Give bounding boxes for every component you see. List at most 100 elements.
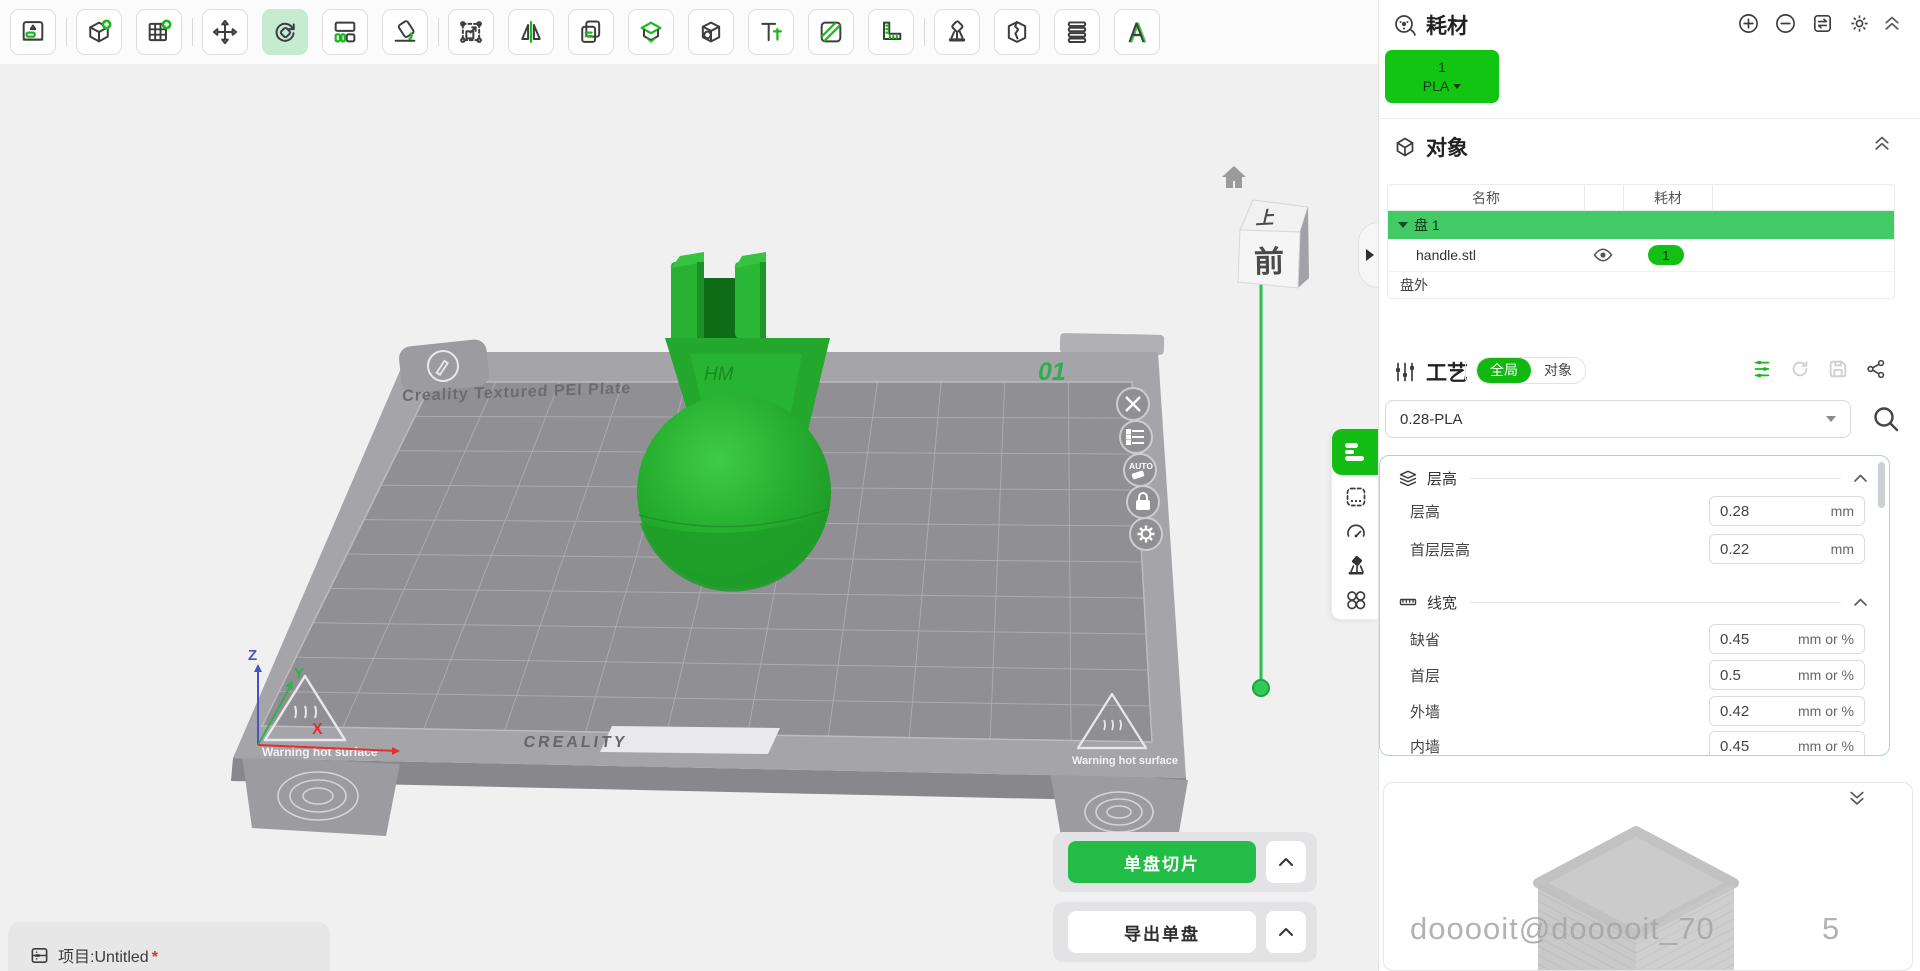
plate-settings-button[interactable]: [1129, 517, 1163, 551]
reset-parameters-button[interactable]: [1789, 358, 1811, 380]
plate-row-label: 盘 1: [1414, 217, 1440, 233]
sync-filament-button[interactable]: [1811, 12, 1834, 35]
project-row: 项目:Untitled *: [30, 944, 158, 966]
setting-tab-support[interactable]: [1332, 549, 1379, 583]
chevron-down-icon: [1826, 416, 1836, 422]
section-divider: [1379, 118, 1920, 119]
collapse-objects-icon[interactable]: [1875, 136, 1889, 152]
setting-tab-others[interactable]: [1332, 583, 1379, 617]
slice-plate-button[interactable]: 单盘切片: [1068, 841, 1256, 883]
plate-lock-button[interactable]: [1126, 485, 1160, 519]
param-value: 0.45: [1720, 630, 1750, 648]
watermark-text: dooooit@dooooit_70: [1410, 911, 1715, 946]
slider-bottom-handle[interactable]: [1252, 679, 1270, 697]
watermark-tail: 5: [1822, 911, 1840, 946]
param-row: 首层 0.5 mm or %: [1410, 660, 1865, 690]
export-plate-button[interactable]: 导出单盘: [1068, 911, 1256, 953]
visibility-eye-icon[interactable]: [1593, 248, 1613, 262]
filament-settings-button[interactable]: [1848, 12, 1871, 35]
first-layer-height-input[interactable]: 0.22 mm: [1709, 534, 1865, 564]
filament-slot-material: PLA: [1423, 77, 1462, 96]
panel-collapse-handle[interactable]: [1358, 222, 1378, 288]
line-width-section-header: 线宽: [1398, 590, 1867, 614]
save-preset-button[interactable]: [1827, 358, 1849, 380]
plate-list-button[interactable]: [1119, 420, 1153, 454]
filament-slot-chip[interactable]: 1 PLA: [1385, 50, 1499, 103]
view-cube[interactable]: 上 前: [1232, 194, 1318, 294]
chevron-up-icon: [1279, 858, 1293, 866]
process-scope-toggle: 全局 对象: [1476, 357, 1586, 384]
filament-section-header: 耗材: [1393, 10, 1468, 40]
filament-header-actions: [1737, 12, 1899, 35]
expand-right-icon: [1366, 249, 1374, 261]
param-value: 0.45: [1720, 737, 1750, 755]
column-visibility: [1585, 185, 1624, 210]
expand-preview-icon[interactable]: [1850, 791, 1864, 807]
add-filament-button[interactable]: [1737, 12, 1760, 35]
home-view-button[interactable]: [1220, 164, 1248, 190]
object-name: handle.stl: [1416, 247, 1476, 263]
param-unit: mm or %: [1798, 631, 1854, 647]
layer-height-input[interactable]: 0.28 mm: [1709, 496, 1865, 526]
setting-tab-quality[interactable]: [1332, 429, 1379, 475]
search-parameters-button[interactable]: [1871, 404, 1901, 434]
collapse-filament-icon[interactable]: [1885, 16, 1899, 32]
parameter-filter-button[interactable]: [1751, 358, 1773, 380]
param-label: 首层: [1410, 667, 1441, 685]
param-row: 外墙 0.42 mm or %: [1410, 696, 1865, 726]
filament-spool-icon: [1395, 15, 1416, 36]
scope-global-tab[interactable]: 全局: [1477, 358, 1531, 383]
objects-table-header: 名称 耗材: [1388, 185, 1894, 211]
project-info-box: 项目:Untitled* 打印机:Ender-3 S1 Pro-0.4: [8, 922, 330, 971]
plate-tab-icon: [1346, 487, 1365, 507]
y-axis-label: Y: [294, 665, 304, 682]
object-filament-badge[interactable]: 1: [1648, 245, 1684, 265]
others-tab-icon: [1346, 591, 1365, 610]
setting-tab-plate[interactable]: [1332, 479, 1379, 515]
model-embossed-text: HM: [704, 364, 734, 385]
home-icon: [1222, 166, 1246, 188]
filament-title: 耗材: [1426, 15, 1468, 38]
first-layer-line-width-input[interactable]: 0.5 mm or %: [1709, 660, 1865, 690]
outer-wall-line-width-input[interactable]: 0.42 mm or %: [1709, 696, 1865, 726]
expand-caret-icon[interactable]: [1398, 222, 1408, 228]
layer-section-title: 层高: [1427, 470, 1458, 488]
default-line-width-input[interactable]: 0.45 mm or %: [1709, 624, 1865, 654]
line-width-section-title: 线宽: [1427, 594, 1458, 612]
chevron-down-icon: [1453, 84, 1462, 90]
collapse-section-icon[interactable]: [1854, 474, 1867, 482]
plate-close-button[interactable]: [1116, 387, 1150, 421]
parameters-box: 层高 层高 0.28 mm 首层层高 0.22 mm 线宽 缺省 0.45 mm…: [1379, 455, 1890, 756]
export-options-button[interactable]: [1266, 911, 1306, 953]
param-value: 0.5: [1720, 666, 1741, 684]
scope-object-tab[interactable]: 对象: [1531, 358, 1585, 383]
remove-filament-button[interactable]: [1774, 12, 1797, 35]
preset-dropdown[interactable]: 0.28-PLA: [1385, 400, 1851, 438]
column-name: 名称: [1388, 185, 1585, 210]
view-cube-front-label: 前: [1254, 246, 1285, 280]
slice-options-button[interactable]: [1266, 841, 1306, 883]
unsaved-marker: *: [151, 949, 158, 966]
off-plate-row[interactable]: 盘外: [1388, 272, 1894, 298]
setting-tab-speed[interactable]: [1332, 515, 1379, 549]
inner-wall-line-width-input[interactable]: 0.45 mm or %: [1709, 731, 1865, 755]
param-row: 缺省 0.45 mm or %: [1410, 624, 1865, 654]
object-row[interactable]: handle.stl 1: [1388, 239, 1894, 272]
filament-slot-number: 1: [1438, 58, 1446, 75]
param-unit: mm or %: [1798, 703, 1854, 719]
header-divider: [1465, 360, 1466, 380]
viewport-3d[interactable]: Creality Textured PEI Plate 01 CREALITY …: [0, 64, 1378, 971]
share-preset-button[interactable]: [1865, 358, 1887, 380]
plate-auto-arrange-button[interactable]: AUTO: [1123, 453, 1157, 487]
preview-card: dooooit@dooooit_70 5: [1383, 782, 1913, 971]
param-unit: mm or %: [1798, 738, 1854, 754]
section-rule: [1470, 477, 1841, 479]
param-value: 0.22: [1720, 540, 1750, 558]
scrollbar-thumb[interactable]: [1878, 462, 1885, 508]
collapse-section-icon[interactable]: [1854, 598, 1867, 606]
height-range-slider: [1252, 249, 1270, 697]
param-value: 0.28: [1720, 502, 1750, 520]
plate-row[interactable]: 盘 1: [1388, 211, 1894, 239]
param-unit: mm or %: [1798, 667, 1854, 683]
param-label: 首层层高: [1410, 541, 1471, 559]
